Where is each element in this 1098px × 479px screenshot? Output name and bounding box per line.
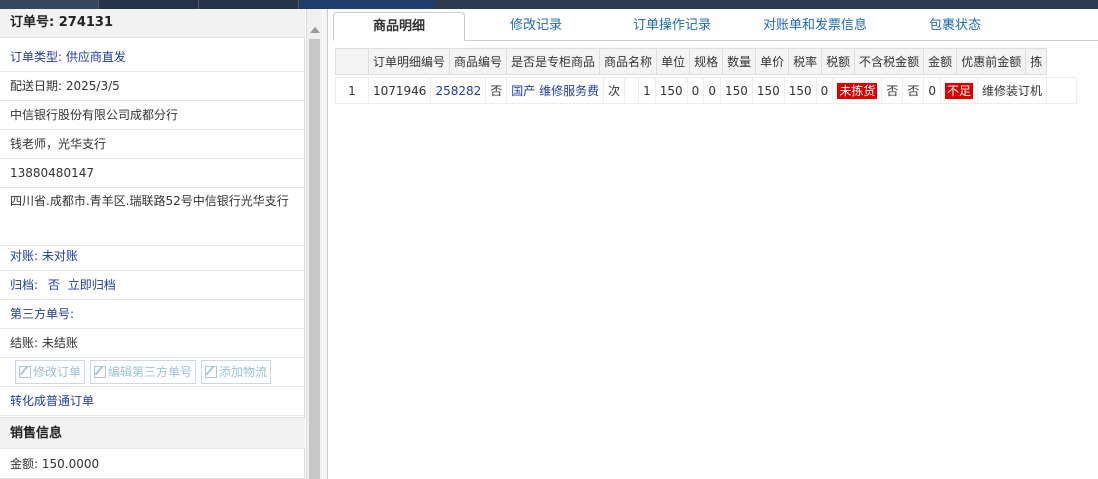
add-logistics-label: 添加物流 bbox=[219, 365, 268, 379]
edit-third-party-button[interactable]: 编辑第三方单号 bbox=[90, 360, 197, 384]
add-logistics-button[interactable]: 添加物流 bbox=[201, 360, 272, 384]
product-detail-grid: 订单明细编号 商品编号 是否是专柜商品 商品名称 单位 规格 数量 单价 税率 … bbox=[335, 48, 1098, 104]
panel-splitter[interactable] bbox=[323, 9, 328, 479]
flag-cell: 否 bbox=[902, 77, 925, 104]
convert-normal-order-link[interactable]: 转化成普通订单 bbox=[0, 387, 305, 416]
unit-cell: 次 bbox=[603, 77, 626, 104]
column-header-detail-id[interactable]: 订单明细编号 bbox=[367, 48, 451, 75]
order-number-header: 订单号: 274131 bbox=[0, 9, 305, 38]
pre-discount-cell: 150 bbox=[783, 77, 817, 104]
no-tax-amount-cell: 150 bbox=[719, 77, 753, 104]
archive-status: 归档: 否 立即归档 bbox=[0, 271, 305, 300]
flag-cell: 0 bbox=[923, 77, 941, 104]
phone-number: 13880480147 bbox=[0, 159, 305, 188]
tab-edit-history[interactable]: 修改记录 bbox=[483, 12, 589, 41]
pick-cell: 0 bbox=[815, 77, 834, 104]
settlement-status: 结账: 未结账 bbox=[0, 329, 305, 358]
edit-order-button[interactable]: 修改订单 bbox=[15, 360, 86, 384]
product-name-link[interactable]: 国产 维修服务费 bbox=[506, 77, 605, 104]
archive-now-link[interactable]: 立即归档 bbox=[68, 278, 116, 292]
tab-product-details[interactable]: 商品明细 bbox=[333, 12, 465, 41]
column-header-counter[interactable]: 是否是专柜商品 bbox=[506, 48, 601, 75]
action-buttons: 修改订单 编辑第三方单号 添加物流 bbox=[0, 358, 305, 387]
qty-cell: 1 bbox=[638, 77, 656, 104]
price-cell: 150 bbox=[654, 77, 688, 104]
column-header-price[interactable]: 单价 bbox=[755, 48, 790, 75]
stock-status-badge: 不足 bbox=[945, 83, 974, 99]
reconcile-status: 对账: 未对账 bbox=[0, 242, 305, 271]
empty-cell bbox=[1046, 77, 1078, 104]
left-panel-scrollbar[interactable] bbox=[306, 9, 322, 479]
delivery-date: 配送日期: 2025/3/5 bbox=[0, 72, 305, 101]
column-header-index bbox=[335, 48, 369, 75]
order-type: 订单类型: 供应商直发 bbox=[0, 43, 305, 72]
tab-package-status[interactable]: 包裹状态 bbox=[905, 12, 1005, 41]
top-nav-bar bbox=[0, 0, 1098, 9]
counter-cell: 否 bbox=[485, 77, 508, 104]
tax-cell: 0 bbox=[703, 77, 721, 104]
tab-operation-log[interactable]: 订单操作记录 bbox=[613, 12, 731, 41]
company-name: 中信银行股份有限公司成都分行 bbox=[0, 101, 305, 130]
delivery-address: 四川省.成都市.青羊区.瑞联路52号中信银行光华支行 bbox=[0, 188, 305, 246]
top-nav-item-active[interactable] bbox=[298, 0, 434, 9]
sales-info-header: 销售信息 bbox=[0, 417, 305, 449]
column-header-unit[interactable]: 单位 bbox=[656, 48, 691, 75]
flag-cell: 否 bbox=[881, 77, 904, 104]
tax-rate-cell: 0 bbox=[686, 77, 705, 104]
detail-id-cell: 1071946 bbox=[367, 77, 432, 104]
spec-cell bbox=[624, 77, 640, 104]
scroll-up-arrow-icon[interactable] bbox=[310, 27, 320, 33]
scrollbar-thumb[interactable] bbox=[309, 39, 320, 479]
edit-icon bbox=[94, 366, 107, 378]
archive-label: 归档: bbox=[10, 278, 39, 292]
column-header-no-tax-amount[interactable]: 不含税金额 bbox=[854, 48, 925, 75]
order-info-panel: 订单号: 274131 订单类型: 供应商直发 配送日期: 2025/3/5 中… bbox=[0, 9, 305, 479]
column-header-product-id[interactable]: 商品编号 bbox=[449, 48, 508, 75]
detail-tabs: 商品明细 修改记录 订单操作记录 对账单和发票信息 包裹状态 bbox=[333, 12, 1098, 41]
column-header-tax[interactable]: 税额 bbox=[821, 48, 856, 75]
column-header-spec[interactable]: 规格 bbox=[689, 48, 724, 75]
sales-amount: 金额: 150.0000 bbox=[0, 450, 305, 479]
grid-header-row: 订单明细编号 商品编号 是否是专柜商品 商品名称 单位 规格 数量 单价 税率 … bbox=[335, 48, 1048, 75]
pick-status-badge: 未拣货 bbox=[837, 83, 878, 99]
row-index: 1 bbox=[335, 77, 369, 104]
column-header-qty[interactable]: 数量 bbox=[722, 48, 757, 75]
amount-cell: 150 bbox=[751, 77, 785, 104]
edit-third-party-label: 编辑第三方单号 bbox=[108, 365, 193, 379]
top-nav-item[interactable] bbox=[198, 0, 298, 9]
stock-status-cell: 不足 bbox=[939, 77, 979, 104]
edit-icon bbox=[19, 366, 31, 378]
product-id-link[interactable]: 258282 bbox=[430, 77, 487, 104]
table-row[interactable]: 1 1071946 258282 否 国产 维修服务费 次 1 150 0 0 … bbox=[335, 77, 1078, 104]
edit-icon bbox=[205, 366, 218, 378]
third-party-number: 第三方单号: bbox=[0, 300, 305, 329]
column-header-amount[interactable]: 金额 bbox=[923, 48, 958, 75]
contact-name: 钱老师，光华支行 bbox=[0, 130, 305, 159]
column-header-pre-discount[interactable]: 优惠前金额 bbox=[956, 48, 1027, 75]
note-cell: 维修装订机 bbox=[977, 77, 1048, 104]
tab-invoice-info[interactable]: 对账单和发票信息 bbox=[745, 12, 885, 41]
column-header-name[interactable]: 商品名称 bbox=[599, 48, 658, 75]
edit-order-label: 修改订单 bbox=[33, 365, 82, 379]
archive-value: 否 bbox=[47, 278, 60, 292]
column-header-tax-rate[interactable]: 税率 bbox=[788, 48, 823, 75]
pick-status-cell: 未拣货 bbox=[832, 77, 883, 104]
top-nav-item[interactable] bbox=[0, 0, 98, 9]
column-header-pick[interactable]: 拣 bbox=[1025, 48, 1048, 75]
top-nav-item[interactable] bbox=[98, 0, 198, 9]
